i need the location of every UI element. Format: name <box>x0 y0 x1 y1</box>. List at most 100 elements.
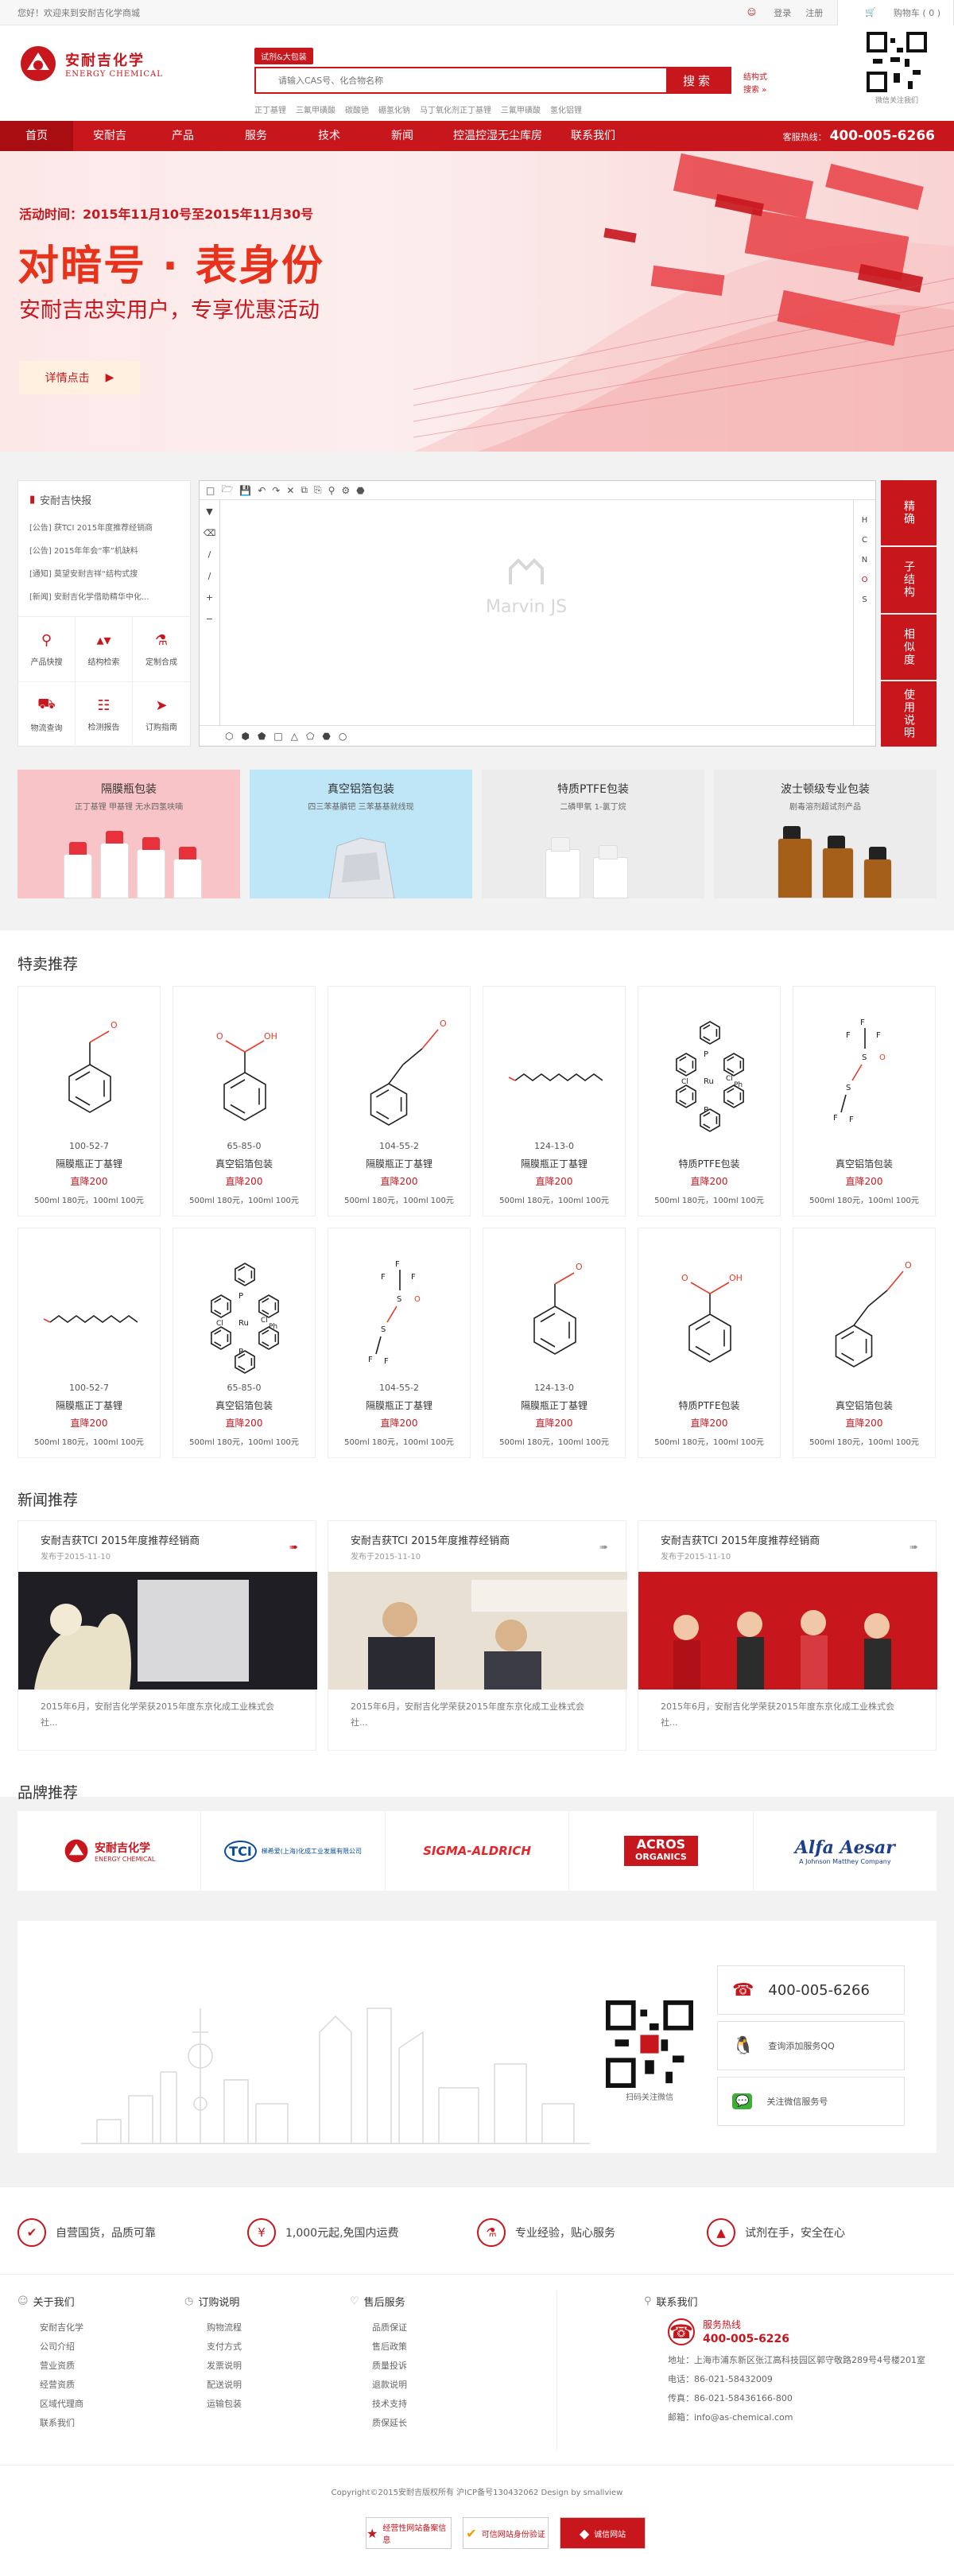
footer-link[interactable]: 公司介绍 <box>17 2337 83 2357</box>
product-card[interactable]: F F F S O S F F 真空铝箔包装 直降200 500ml 180元，100ml 100元 <box>793 986 936 1216</box>
search-input[interactable] <box>256 68 666 92</box>
product-card[interactable]: O OH 特质PTFE包装 直降200 500ml 180元，100ml 100元 <box>638 1228 781 1458</box>
eraser-icon[interactable]: ⌫ <box>204 528 216 538</box>
footer-link[interactable]: 发票说明 <box>184 2357 242 2376</box>
news-card[interactable]: 安耐吉获TCI 2015年度推荐经销商 发布于2015-11-10 ➠ 2015… <box>328 1520 627 1751</box>
charge-minus-icon[interactable]: − <box>206 614 213 624</box>
product-card[interactable]: P Ru Cl Cl P Ph 特质PTFE包装 直降200 500ml 180元，100ml … <box>638 986 781 1216</box>
quick-test-report[interactable]: ☷ 检测报告 <box>76 681 133 747</box>
package-card[interactable]: 隔膜瓶包装 正丁基锂 甲基锂 无水四氢呋喃 <box>17 770 240 898</box>
hot-word[interactable]: 氢化铝锂 <box>550 103 582 115</box>
share-icon[interactable]: ➠ <box>289 1542 298 1554</box>
atom-o[interactable]: O <box>862 576 868 584</box>
cart-button[interactable]: 🛒 购物车 ( 0 ) <box>837 0 954 25</box>
brand-energy[interactable]: 安耐吉化学 ENERGY CHEMICAL <box>17 1811 202 1891</box>
charge-plus-icon[interactable]: + <box>206 592 213 603</box>
nav-item-about[interactable]: 安耐吉 <box>73 121 146 151</box>
brand-tci[interactable]: TCI 梯希爱(上海)化成工业发展有限公司 <box>201 1811 386 1891</box>
cut-icon[interactable]: ✕ <box>286 485 294 496</box>
footer-link[interactable]: 品质保证 <box>350 2318 407 2337</box>
nav-item-tech[interactable]: 技术 <box>293 121 366 151</box>
zoom-icon[interactable]: ⚲ <box>328 485 335 496</box>
footer-link[interactable]: 质保延长 <box>350 2414 407 2433</box>
cyclohexane-icon[interactable]: ⬢ <box>241 731 249 742</box>
footer-link[interactable]: 经营资质 <box>17 2376 83 2395</box>
settings-icon[interactable]: ⚙ <box>341 485 350 496</box>
hot-word[interactable]: 三氟甲磺酸 <box>501 103 541 115</box>
quick-news-item[interactable]: [通知] 莫望安耐吉祥“结构式搜 <box>18 563 190 586</box>
product-card[interactable]: O 104-55-2 隔膜瓶正丁基锂 直降200 500ml 180元，100ml 10… <box>328 986 471 1216</box>
paste-icon[interactable]: ⎘ <box>314 484 322 496</box>
atom-n[interactable]: N <box>862 556 867 564</box>
quick-logistics[interactable]: ⛟ 物流查询 <box>18 681 76 747</box>
cyclopentane-icon[interactable]: ⬟ <box>258 731 266 742</box>
tab-exact[interactable]: 精确 <box>881 480 937 546</box>
package-card[interactable]: 波士顿级专业包装 剧毒溶剂超试剂产品 <box>714 770 937 898</box>
product-card[interactable]: P Ru Cl Cl P Ph 65-85-0 真空铝箔包装 直降200 500ml 180元，1… <box>173 1228 316 1458</box>
footer-link[interactable]: 退款说明 <box>350 2376 407 2395</box>
footer-link[interactable]: 区域代理商 <box>17 2395 83 2414</box>
quick-product-search[interactable]: ⚲ 产品快搜 <box>18 616 76 681</box>
footer-link[interactable]: 联系我们 <box>17 2414 83 2433</box>
share-icon[interactable]: ➠ <box>909 1542 918 1554</box>
nav-item-news[interactable]: 新闻 <box>366 121 439 151</box>
nav-item-service[interactable]: 服务 <box>219 121 293 151</box>
login-link[interactable]: ☺ 登录 <box>733 6 791 19</box>
hexagon-icon[interactable]: ⬣ <box>356 485 364 496</box>
atom-c[interactable]: C <box>862 536 867 545</box>
tab-substructure[interactable]: 子结构 <box>881 547 937 613</box>
tab-similarity[interactable]: 相似度 <box>881 614 937 680</box>
package-card[interactable]: 真空铝箔包装 四三苯基膦钯 三苯基基就线现 <box>250 770 472 898</box>
cyclopropane-icon[interactable]: △ <box>291 731 298 742</box>
footer-link[interactable]: 配送说明 <box>184 2376 242 2395</box>
quick-news-item[interactable]: [公告] 获TCI 2015年度推荐经销商 <box>18 517 190 540</box>
quick-custom-synthesis[interactable]: ⚗ 定制合成 <box>133 616 190 681</box>
benzene-icon[interactable]: ⬡ <box>225 731 233 742</box>
chain-tool-icon[interactable]: ∕ <box>208 571 211 581</box>
template-icon[interactable]: ○ <box>339 731 347 742</box>
contact-phone[interactable]: ☎ 400-005-6266 <box>717 1965 905 2015</box>
nav-item-home[interactable]: 首页 <box>0 121 73 151</box>
product-card[interactable]: O 100-52-7 隔膜瓶正丁基锂 直降200 500ml 180元，100ml 10… <box>17 986 161 1216</box>
register-link[interactable]: 注册 <box>805 6 823 19</box>
tab-instructions[interactable]: 使用说明 <box>881 681 937 747</box>
brand-alfa[interactable]: Alfa Aesar A Johnson Matthey Company <box>754 1811 937 1891</box>
contact-qq[interactable]: 🐧 查询添加服务QQ <box>717 2021 905 2070</box>
nav-item-products[interactable]: 产品 <box>146 121 219 151</box>
nav-item-contact[interactable]: 联系我们 <box>556 121 630 151</box>
product-card[interactable]: 100-52-7 隔膜瓶正丁基锂 直降200 500ml 180元，100ml 100… <box>17 1228 161 1458</box>
footer-email[interactable]: 邮箱：info@as-chemical.com <box>668 2408 925 2427</box>
footer-link[interactable]: 支付方式 <box>184 2337 242 2357</box>
footer-link[interactable]: 安耐吉化学 <box>17 2318 83 2337</box>
quick-structure-search[interactable]: ▴▾ 结构检索 <box>76 616 133 681</box>
footer-link[interactable]: 质量投诉 <box>350 2357 407 2376</box>
share-icon[interactable]: ➠ <box>599 1542 608 1554</box>
quick-news-item[interactable]: [新闻] 安耐吉化学借助精华中化... <box>18 586 190 609</box>
marvin-editor[interactable]: □ 🗁 💾 ↶ ↷ ✕ ⧉ ⎘ ⚲ ⚙ ⬣ ▼ ⌫ / ∕ + − H C N O S ⬡ ⬢ ⬟ □ △ ⬠ ⬣ ○ Ma… <box>199 480 876 747</box>
redo-icon[interactable]: ↷ <box>272 485 280 496</box>
banner-details-button[interactable]: 详情点击 ▶ <box>19 361 140 394</box>
brand-sigma[interactable]: SIGMA-ALDRICH <box>386 1811 570 1891</box>
package-card[interactable]: 特质PTFE包装 二磷甲氧 1-氯丁烷 <box>482 770 704 898</box>
footer-link[interactable]: 营业资质 <box>17 2357 83 2376</box>
bond-tool-icon[interactable]: / <box>208 549 211 560</box>
search-category-tab[interactable]: 试剂&大包装 <box>254 48 313 64</box>
nav-item-warehouse[interactable]: 控温控湿无尘库房 <box>439 121 556 151</box>
hot-word[interactable]: 硼氢化钠 <box>378 103 410 115</box>
cyclobutane-icon[interactable]: □ <box>273 731 282 742</box>
footer-link[interactable]: 技术支持 <box>350 2395 407 2414</box>
badge-trusted[interactable]: ✔ 可信网站身份验证 <box>463 2517 549 2549</box>
news-card[interactable]: 安耐吉获TCI 2015年度推荐经销商 发布于2015-11-10 ➠ 2015… <box>17 1520 317 1751</box>
contact-wechat[interactable]: 💬 关注微信服务号 <box>717 2077 905 2126</box>
open-icon[interactable]: 🗁 <box>221 482 233 499</box>
atom-h[interactable]: H <box>862 516 868 525</box>
atom-s[interactable]: S <box>862 596 867 604</box>
structure-search-link[interactable]: 结构式 搜索 » <box>743 72 767 97</box>
select-tool-icon[interactable]: ▼ <box>206 506 212 517</box>
pentagon-icon[interactable]: ⬠ <box>306 731 314 742</box>
news-card[interactable]: 安耐吉获TCI 2015年度推荐经销商 发布于2015-11-10 ➠ 2015… <box>638 1520 937 1751</box>
quick-order-guide[interactable]: ➤ 订购指南 <box>133 681 190 747</box>
promo-banner[interactable]: 活动时间：2015年11月10号至2015年11月30号 对暗号 · 表身份 安… <box>0 151 954 452</box>
product-card[interactable]: O 真空铝箔包装 直降200 500ml 180元，100ml 100元 <box>793 1228 936 1458</box>
hot-word[interactable]: 碳酸铯 <box>345 103 369 115</box>
